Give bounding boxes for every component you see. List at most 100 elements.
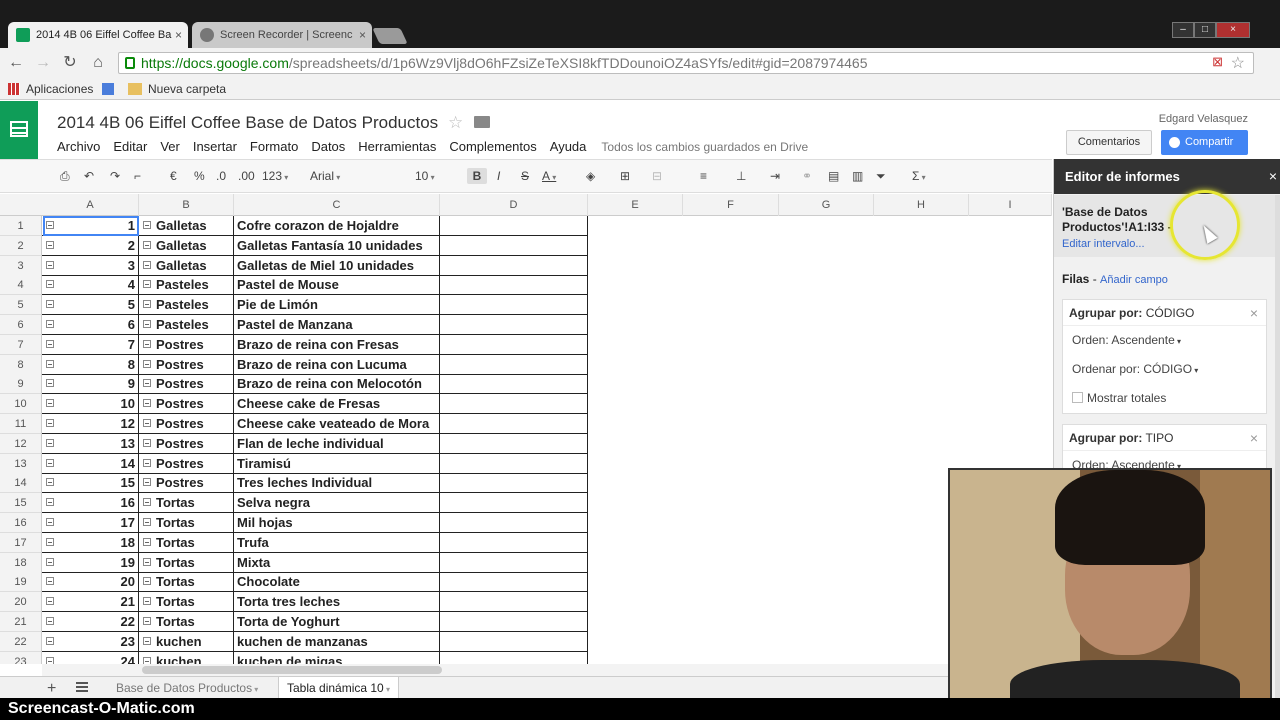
row-header[interactable]: 2: [0, 235, 42, 256]
show-totals-checkbox[interactable]: [1072, 392, 1083, 403]
cell-codigo[interactable]: 12: [42, 414, 139, 434]
cell-tipo[interactable]: Postres: [139, 433, 234, 454]
cell-nombre[interactable]: Cofre corazon de Hojaldre: [234, 216, 440, 236]
cell-empty[interactable]: [440, 374, 588, 395]
collapse-group-icon[interactable]: [46, 498, 54, 507]
strikethrough-button[interactable]: S: [521, 168, 529, 184]
edit-range-link[interactable]: Editar intervalo...: [1062, 238, 1268, 250]
column-header[interactable]: F: [683, 194, 779, 216]
filter-icon[interactable]: ⏷: [876, 168, 886, 184]
bold-button[interactable]: B: [467, 168, 487, 184]
cell-codigo[interactable]: 18: [42, 532, 139, 553]
user-name[interactable]: Edgard Velasquez: [1159, 113, 1248, 125]
cell-empty[interactable]: [440, 532, 588, 553]
cell-codigo[interactable]: 6: [42, 315, 139, 335]
cell-nombre[interactable]: Cheese cake de Fresas: [234, 394, 440, 415]
text-color-button[interactable]: A: [542, 168, 556, 186]
cell-empty[interactable]: [440, 473, 588, 494]
cell-nombre[interactable]: Tiramisú: [234, 453, 440, 474]
cell-empty[interactable]: [440, 315, 588, 335]
cell-codigo[interactable]: 7: [42, 334, 139, 355]
cell-nombre[interactable]: Pastel de Manzana: [234, 315, 440, 335]
collapse-group-icon[interactable]: [46, 419, 54, 427]
folder-icon[interactable]: [474, 116, 490, 128]
close-tab-icon[interactable]: ×: [359, 22, 366, 48]
collapse-group-icon[interactable]: [46, 518, 54, 526]
collapse-group-icon[interactable]: [143, 438, 151, 447]
new-tab-button[interactable]: [372, 28, 408, 44]
collapse-group-icon[interactable]: [143, 557, 151, 566]
cell-codigo[interactable]: 10: [42, 394, 139, 415]
cell-tipo[interactable]: Pasteles: [139, 315, 234, 335]
back-icon[interactable]: ←: [6, 53, 26, 73]
collapse-group-icon[interactable]: [143, 636, 151, 645]
cell-tipo[interactable]: Postres: [139, 334, 234, 355]
cell-empty[interactable]: [440, 334, 588, 355]
undo-icon[interactable]: ↶: [84, 168, 94, 184]
cell-tipo[interactable]: kuchen: [139, 651, 234, 664]
collapse-group-icon[interactable]: [143, 537, 151, 546]
row-header[interactable]: 11: [0, 414, 42, 434]
currency-format-button[interactable]: €: [170, 168, 177, 184]
cell-empty[interactable]: [440, 612, 588, 632]
collapse-group-icon[interactable]: [143, 379, 151, 388]
row-header[interactable]: 6: [0, 315, 42, 335]
functions-button[interactable]: Σ: [912, 168, 926, 186]
collapse-group-icon[interactable]: [46, 656, 54, 664]
extension-icon[interactable]: ⊠: [1212, 54, 1223, 70]
italic-button[interactable]: I: [497, 168, 500, 184]
cell-nombre[interactable]: Mil hojas: [234, 513, 440, 533]
reload-icon[interactable]: ↻: [60, 53, 80, 73]
cell-nombre[interactable]: Selva negra: [234, 493, 440, 514]
sheets-logo-icon[interactable]: [0, 101, 38, 159]
home-icon[interactable]: ⌂: [88, 53, 108, 73]
sheet-tab-tabla-dinamica[interactable]: Tabla dinámica 10: [278, 677, 399, 700]
row-header[interactable]: 23: [0, 651, 42, 664]
cell-tipo[interactable]: Tortas: [139, 592, 234, 613]
cell-codigo[interactable]: 13: [42, 433, 139, 454]
add-sheet-button[interactable]: +: [47, 680, 56, 698]
star-icon[interactable]: ☆: [448, 113, 463, 133]
menu-archivo[interactable]: Archivo: [57, 139, 100, 154]
cell-nombre[interactable]: Pastel de Mouse: [234, 275, 440, 296]
row-header[interactable]: 19: [0, 572, 42, 593]
cell-tipo[interactable]: Tortas: [139, 513, 234, 533]
cell-codigo[interactable]: 19: [42, 552, 139, 573]
collapse-group-icon[interactable]: [143, 359, 151, 368]
browser-tab-sheets[interactable]: 2014 4B 06 Eiffel Coffee Ba ×: [8, 22, 188, 48]
menu-datos[interactable]: Datos: [311, 139, 345, 154]
row-header[interactable]: 1: [0, 216, 42, 236]
collapse-group-icon[interactable]: [46, 359, 54, 368]
collapse-group-icon[interactable]: [143, 577, 151, 586]
panel-scrollbar[interactable]: [1275, 195, 1280, 700]
cell-tipo[interactable]: Galletas: [139, 255, 234, 276]
cell-empty[interactable]: [440, 235, 588, 256]
row-header[interactable]: 12: [0, 433, 42, 454]
collapse-group-icon[interactable]: [143, 656, 151, 664]
cell-codigo[interactable]: 15: [42, 473, 139, 494]
close-window-icon[interactable]: ×: [1216, 22, 1250, 38]
cell-codigo[interactable]: 4: [42, 275, 139, 296]
cell-empty[interactable]: [440, 414, 588, 434]
borders-icon[interactable]: ⊞: [620, 168, 630, 184]
cell-nombre[interactable]: Brazo de reina con Fresas: [234, 334, 440, 355]
cell-tipo[interactable]: Tortas: [139, 532, 234, 553]
cell-tipo[interactable]: Postres: [139, 453, 234, 474]
cell-empty[interactable]: [440, 255, 588, 276]
scrollbar-thumb[interactable]: [142, 666, 442, 674]
maximize-icon[interactable]: □: [1194, 22, 1216, 38]
cell-tipo[interactable]: Pasteles: [139, 295, 234, 316]
cell-nombre[interactable]: Chocolate: [234, 572, 440, 593]
cell-codigo[interactable]: 5: [42, 295, 139, 316]
cell-nombre[interactable]: Galletas Fantasía 10 unidades: [234, 235, 440, 256]
cell-tipo[interactable]: Postres: [139, 414, 234, 434]
spreadsheet-grid[interactable]: ABCDEFGHI 1 2 3 4 5 6 7 8 9 10 11 12 13 14 15 16 17 18 19 2…: [0, 194, 1052, 664]
close-panel-icon[interactable]: ×: [1269, 159, 1277, 194]
decrease-decimals-button[interactable]: .0: [216, 168, 226, 184]
align-vertical-icon[interactable]: ⊥: [736, 168, 746, 184]
cell-codigo[interactable]: 2: [42, 235, 139, 256]
collapse-group-icon[interactable]: [143, 260, 151, 269]
cell-tipo[interactable]: Postres: [139, 473, 234, 494]
collapse-group-icon[interactable]: [46, 557, 54, 566]
cell-empty[interactable]: [440, 651, 588, 664]
